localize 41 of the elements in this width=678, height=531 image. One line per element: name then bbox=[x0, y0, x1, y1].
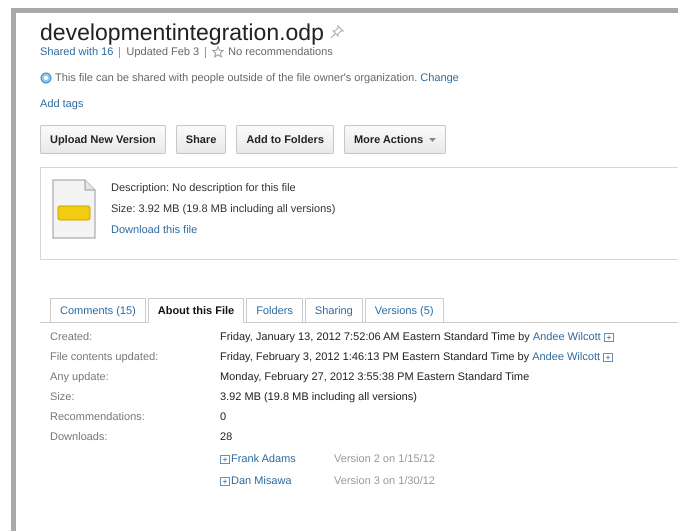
detail-value: 28 bbox=[220, 431, 232, 443]
action-button[interactable]: Upload New Version bbox=[40, 125, 166, 154]
tab[interactable]: Sharing bbox=[304, 298, 363, 322]
add-tags-link[interactable]: Add tags bbox=[40, 98, 84, 110]
detail-value: Friday, February 3, 2012 1:46:13 PM Eastern Standard Time by bbox=[220, 351, 530, 363]
detail-label: Created: bbox=[50, 331, 94, 343]
file-title: developmentintegration.odp bbox=[40, 19, 324, 45]
file-icon bbox=[51, 178, 97, 240]
caret-icon bbox=[429, 138, 436, 142]
detail-value: Friday, January 13, 2012 7:52:06 AM Eastern Standard Time by bbox=[220, 331, 530, 343]
size-text: Size: 3.92 MB (19.8 MB including all versions) bbox=[111, 203, 336, 215]
shared-link[interactable]: Shared with 16 bbox=[40, 46, 114, 58]
person-link[interactable]: Andee Wilcott bbox=[532, 331, 601, 343]
version-text: Version 3 on 1/30/12 bbox=[334, 475, 435, 487]
change-link[interactable]: Change bbox=[420, 72, 459, 84]
tab[interactable]: Versions (5) bbox=[364, 298, 444, 322]
notice-text: This file can be shared with people outside of the file owner's organization. bbox=[55, 72, 418, 84]
downloader-link[interactable]: Frank Adams bbox=[231, 453, 296, 465]
recommendations-text: No recommendations bbox=[228, 46, 333, 58]
detail-label: Size: bbox=[50, 391, 76, 403]
description-text: Description: No description for this file bbox=[111, 182, 297, 194]
detail-label: Recommendations: bbox=[50, 411, 146, 423]
detail-value: Monday, February 27, 2012 3:55:38 PM Eastern Standard Time bbox=[220, 371, 530, 383]
tab[interactable]: Comments (15) bbox=[50, 298, 146, 322]
detail-label: File contents updated: bbox=[50, 351, 160, 363]
action-button[interactable]: More Actions bbox=[344, 125, 446, 154]
updated-text: Updated Feb 3 bbox=[126, 46, 200, 58]
tab[interactable]: Folders bbox=[246, 298, 303, 322]
star-icon[interactable] bbox=[212, 46, 224, 58]
detail-label: Downloads: bbox=[50, 431, 108, 443]
pin-icon[interactable] bbox=[330, 25, 344, 39]
action-button[interactable]: Share bbox=[176, 125, 226, 154]
downloader-link[interactable]: Dan Misawa bbox=[231, 475, 292, 487]
tab[interactable]: About this File bbox=[148, 298, 244, 323]
version-text: Version 2 on 1/15/12 bbox=[334, 453, 435, 465]
detail-label: Any update: bbox=[50, 371, 110, 383]
action-button[interactable]: Add to Folders bbox=[236, 125, 334, 154]
person-link[interactable]: Andee Wilcott bbox=[532, 351, 600, 363]
detail-value: 3.92 MB (19.8 MB including all versions) bbox=[220, 391, 417, 403]
download-link[interactable]: Download this file bbox=[111, 224, 336, 236]
detail-value: 0 bbox=[220, 411, 226, 423]
